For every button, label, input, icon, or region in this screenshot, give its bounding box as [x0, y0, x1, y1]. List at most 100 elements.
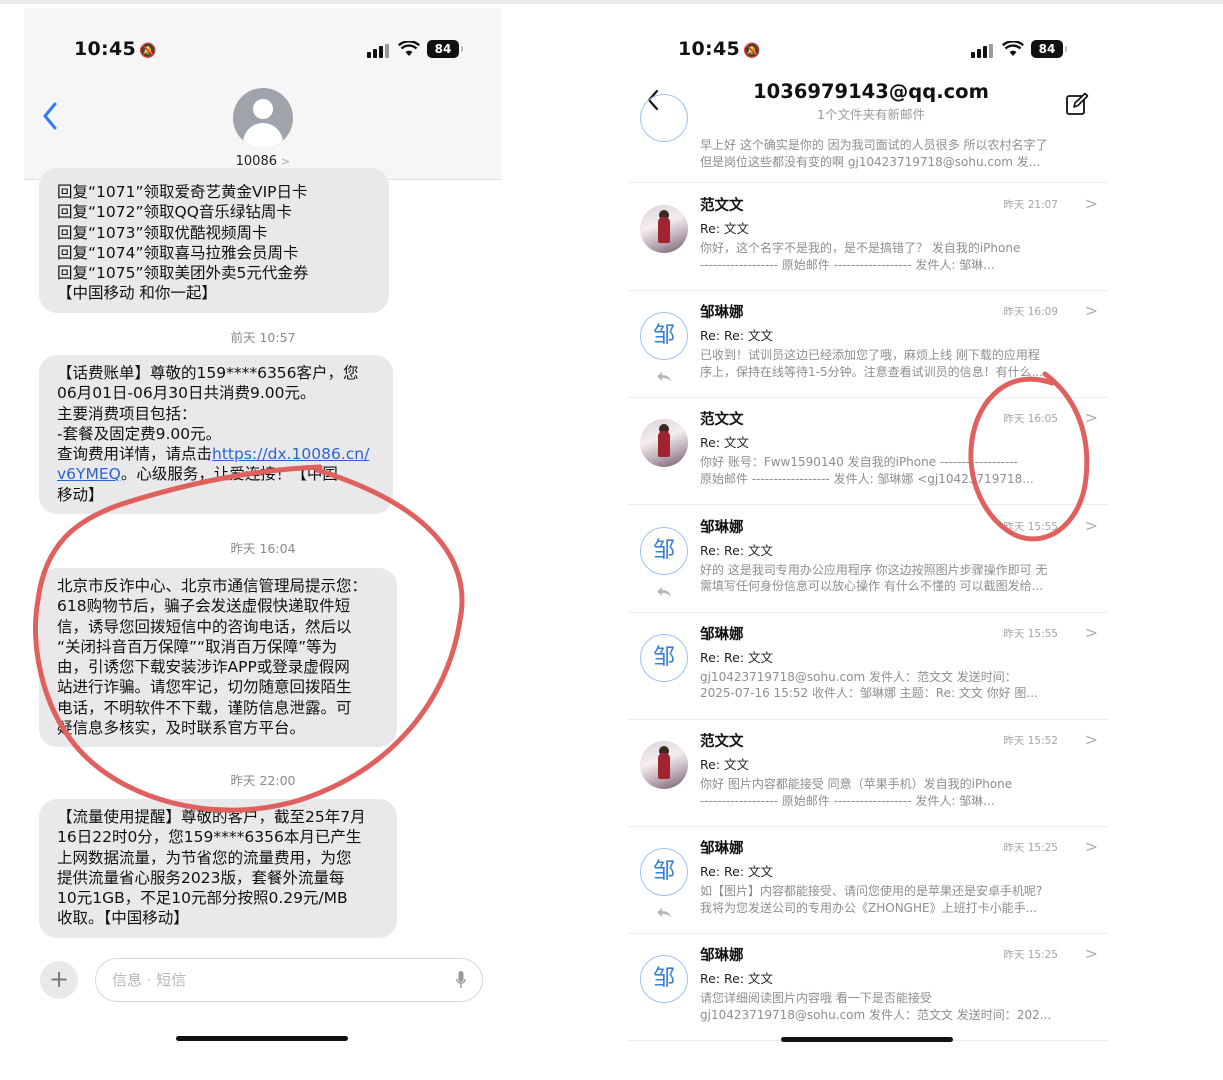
row-chevron-icon: > — [1084, 194, 1098, 213]
mail-date: 昨天 21:07 — [1003, 199, 1058, 211]
billing-link[interactable]: https://dx.10086.cn/ — [212, 445, 369, 463]
message-text: 查询费用详情，请点击 — [57, 445, 213, 464]
message-line: 回复“1074”领取喜马拉雅会员周卡 — [57, 243, 299, 262]
mail-sender: 邹琳娜 — [700, 841, 744, 858]
message-line: 查询费用详情，请点击https://dx.10086.cn/ — [57, 444, 379, 464]
compose-icon[interactable] — [1065, 92, 1089, 116]
sms-header: 10:45 🔕 84 10086 > — [24, 8, 502, 180]
mail-row[interactable]: 邹邹琳娜 昨天 15:55 > Re: Re: 文文 gj10423719718@soh… — [628, 613, 1108, 720]
message-bubble[interactable]: 【流量使用提醒】尊敬的客户，截至25年7月 16日22时0分，您159****6… — [39, 799, 397, 938]
mail-row-partial[interactable]: 早上好 这个确实是你的 因为我司面试的人员很多 所以农村名字了 但是岗位这些都没… — [628, 94, 1108, 183]
mail-sender: 邹琳娜 — [700, 626, 744, 643]
message-line: 06月01日-06月30日共消费9.00元。 — [57, 384, 316, 403]
signal-icon — [971, 44, 993, 58]
mail-sender: 范文文 — [700, 198, 744, 214]
mail-date: 昨天 15:55 — [1003, 520, 1058, 533]
muted-bell-icon: 🔕 — [742, 43, 761, 59]
row-chevron-icon: > — [1084, 944, 1098, 964]
message-line: 移动】 — [57, 485, 104, 504]
mail-preview: 已收到！试训员这边已经添加您了哦，麻烦上线 刚下载的应用程 序上，保持在线等待1-… — [700, 347, 1085, 380]
mail-preview-line: 请您详细阅读图片内容哦 看一下是否能接受 — [700, 991, 932, 1006]
mail-date: 昨天 15:25 — [1003, 949, 1058, 962]
mail-preview-line: gj10423719718@sohu.com 发件人：范文文 发送时间： — [700, 669, 1017, 684]
mail-date: 昨天 16:05 — [1003, 413, 1058, 426]
message-timestamp: 昨天 16:04 — [230, 541, 296, 556]
row-chevron-icon: > — [1084, 515, 1098, 535]
mail-preview: 请您详细阅读图片内容哦 看一下是否能接受 gj10423719718@sohu.c… — [700, 990, 1085, 1023]
mail-preview-line: 你好 账号：Fww1590140 发自我的iPhone ------------… — [700, 455, 1018, 470]
wifi-icon — [398, 41, 420, 56]
mail-date: 昨天 15:55 — [1003, 627, 1058, 640]
mail-sender: 邹琳娜 — [700, 305, 744, 322]
sender-avatar: 邹 — [640, 312, 688, 361]
battery-icon: 84 — [427, 40, 463, 58]
mail-row[interactable]: 邹邹琳娜 昨天 16:09 > Re: Re: 文文 已收到！试训员这边已经添加您了哦，… — [628, 291, 1108, 399]
message-line: 618购物节后，骗子会发送虚假快递取件短 — [57, 597, 351, 616]
message-input-placeholder: 信息 · 短信 — [112, 971, 187, 989]
home-indicator[interactable] — [781, 1037, 953, 1042]
message-line: 10元1GB，不足10元部分按照0.29元/MB — [57, 889, 348, 908]
status-time: 10:45 🔕 — [678, 38, 761, 60]
mail-screen: 10:45 🔕 84 1036979143@qq.com 1个文件夹有新邮件 早上… — [628, 8, 1108, 1080]
mail-row[interactable]: 邹邹琳娜 昨天 15:25 > Re: Re: 文文 如【图片】内容都能接受、请问您使用… — [628, 827, 1108, 935]
mail-preview-line: gj10423719718@sohu.com 发件人：范文文 发送时间：202.… — [700, 1007, 1052, 1022]
mail-sender: 邹琳娜 — [700, 519, 744, 536]
mail-preview-line: 好的 这是我司专用办公应用程序 你这边按照图片步骤操作即可 无 — [700, 562, 1048, 577]
message-line: 由，引诱您下载安装涉诈APP或登录虚假网 — [57, 658, 350, 677]
message-line: 【话费账单】尊敬的159****6356客户，您 — [57, 364, 359, 382]
plus-icon[interactable]: + — [40, 961, 78, 999]
sender-avatar-photo — [640, 741, 688, 789]
mailbox-subtitle: 1个文件夹有新邮件 — [817, 107, 925, 122]
mail-row[interactable]: 邹邹琳娜 昨天 15:55 > Re: Re: 文文好的 这是我司专用办公应用程序 你… — [628, 506, 1108, 613]
mail-subject: Re: Re: 文文 — [700, 864, 773, 880]
mail-preview-line: 你好，这个名字不是我的，是不是搞错了？ 发自我的iPhone — [700, 241, 1021, 255]
top-divider — [0, 0, 1223, 4]
mail-sender: 范文文 — [700, 734, 744, 750]
message-line: 站进行诈骗。请您牢记，切勿随意回拨陌生 — [57, 678, 352, 697]
mail-preview-line: 原始邮件 ------------------ 发件人: 邹琳娜 <gj1042… — [700, 471, 1034, 486]
microphone-icon[interactable] — [456, 970, 466, 990]
mail-preview-line: ------------------ 原始邮件 ----------------… — [700, 793, 995, 808]
status-time: 10:45 🔕 — [74, 38, 157, 60]
mail-row[interactable]: 邹邹琳娜 昨天 15:25 > Re: Re: 文文 请您详细阅读图片内容哦 看一下是否… — [628, 934, 1108, 1042]
message-bubble[interactable]: 【话费账单】尊敬的159****6356客户，您 06月01日-06月30日共消… — [39, 355, 393, 515]
mail-preview-line: 需填写任何身份信息可以放心操作 有什么不懂的 可以截图发给... — [700, 579, 1044, 594]
sender-avatar: 邹 — [640, 526, 688, 575]
signal-icon — [367, 44, 389, 58]
mail-date: 昨天 15:52 — [1003, 735, 1058, 747]
message-line: 收取。【中国移动】 — [57, 909, 189, 928]
back-chevron-icon[interactable] — [42, 102, 58, 130]
message-compose-bar: + 信息 · 短信 — [40, 958, 486, 1002]
message-input[interactable]: 信息 · 短信 — [95, 958, 483, 1002]
message-line: 主要消费项目包括： — [57, 404, 197, 423]
home-indicator[interactable] — [176, 1036, 348, 1041]
sender-avatar: 邹 — [640, 955, 688, 1004]
mailbox-title: 1036979143@qq.com — [753, 80, 989, 103]
message-timestamp: 昨天 22:00 — [230, 773, 296, 788]
mail-subject: Re: Re: 文文 — [700, 542, 773, 558]
mail-preview-line: ------------------ 原始邮件 ----------------… — [700, 257, 995, 272]
sender-avatar: 邹 — [640, 848, 688, 897]
mail-row[interactable]: 范文文 昨天 15:52 > Re: 文文 你好 图片内容都能接受 同意（苹果手机）发自… — [628, 720, 1108, 827]
mail-subject: Re: Re: 文文 — [700, 649, 773, 665]
row-chevron-icon: > — [1084, 837, 1098, 857]
contact-name[interactable]: 10086 > — [24, 154, 502, 169]
wifi-icon — [1002, 41, 1024, 56]
billing-link-continued[interactable]: v6YMEQ — [57, 465, 121, 483]
mail-preview: 好的 这是我司专用办公应用程序 你这边按照图片步骤操作即可 无需填写任何身份信息… — [700, 562, 1085, 595]
mail-row[interactable]: 范文文 昨天 21:07 > Re: 文文 你好，这个名字不是我的，是不是搞错了？ 发自… — [628, 184, 1108, 291]
message-line: 回复“1075”领取美团外卖5元代金券 — [57, 264, 309, 283]
mail-preview-line: 序上，保持在线等待1-5分钟。注意查看试训员的信息！有什么... — [700, 364, 1044, 379]
mail-preview-line: 2025-07-16 15:52 收件人：邹琳娜 主题：Re: 文文 你好 图.… — [700, 686, 1038, 701]
mail-row[interactable]: 范文文 昨天 16:05 > Re: 文文 你好 账号：Fww1590140 发自我的i… — [628, 398, 1108, 506]
reply-arrow-icon — [657, 908, 671, 919]
sms-screen: 10:45 🔕 84 10086 > 回复“1071”领取爱奇艺黄金VIP日卡 回… — [24, 8, 502, 1080]
mail-sender: 范文文 — [700, 412, 744, 429]
reply-arrow-icon — [657, 586, 671, 597]
message-bubble[interactable]: 回复“1071”领取爱奇艺黄金VIP日卡 回复“1072”领取QQ音乐绿钻周卡 … — [39, 168, 389, 313]
contact-avatar-icon[interactable] — [233, 88, 293, 148]
message-bubble[interactable]: 北京市反诈中心、北京市通信管理局提示您： 618购物节后，骗子会发送虚假快递取件… — [39, 568, 397, 748]
sender-avatar-photo — [640, 205, 688, 253]
sender-avatar: 邹 — [640, 633, 688, 682]
mail-preview: 你好，这个名字不是我的，是不是搞错了？ 发自我的iPhone ----------… — [700, 240, 1085, 273]
